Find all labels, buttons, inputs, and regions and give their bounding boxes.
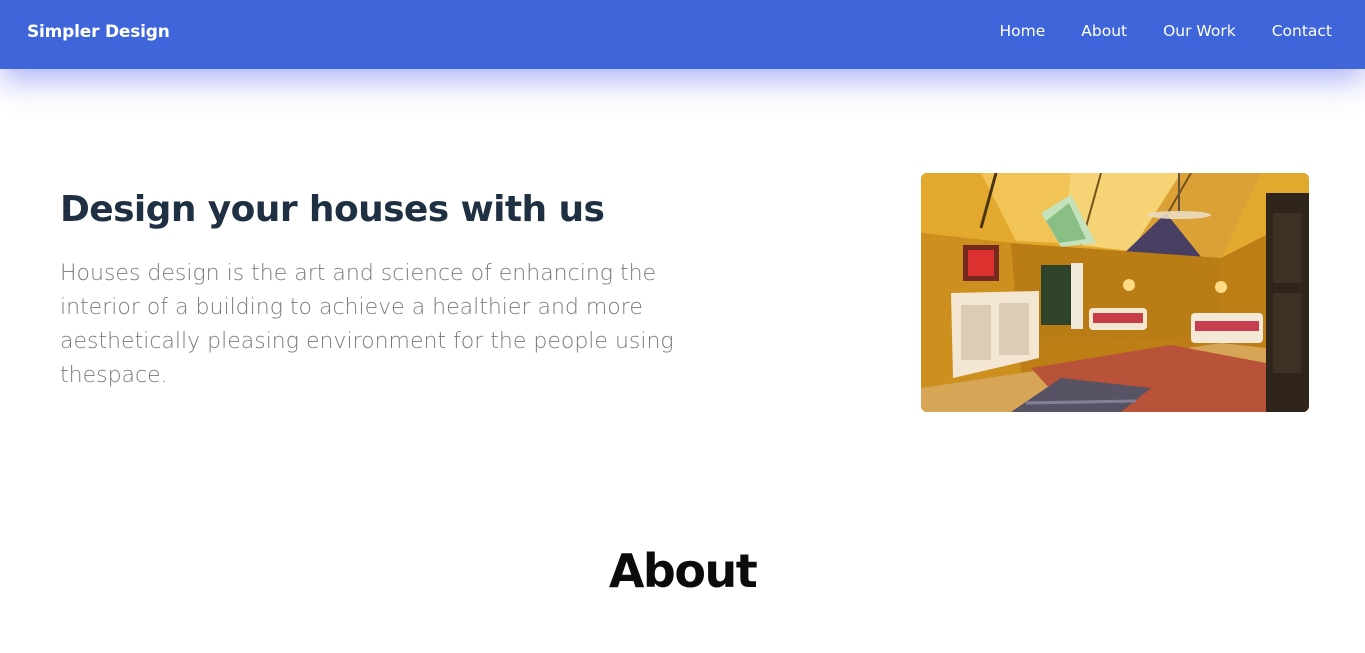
nav-link-home[interactable]: Home	[1000, 22, 1046, 40]
nav-links: Home About Our Work Contact	[964, 22, 1333, 40]
hero-section: Design your houses with us Houses design…	[60, 188, 700, 393]
about-section-heading: About	[608, 544, 758, 598]
hero-title: Design your houses with us	[60, 189, 605, 230]
hero-bedroom-image	[921, 173, 1309, 412]
nav-link-contact[interactable]: Contact	[1272, 22, 1332, 40]
nav-link-our-work[interactable]: Our Work	[1163, 22, 1236, 40]
brand-logo-link[interactable]: Simpler Design	[27, 22, 170, 42]
top-navbar: Simpler Design Home About Our Work Conta…	[0, 0, 1365, 69]
hero-description: Houses design is the art and science of …	[60, 261, 674, 388]
nav-link-about[interactable]: About	[1081, 22, 1127, 40]
